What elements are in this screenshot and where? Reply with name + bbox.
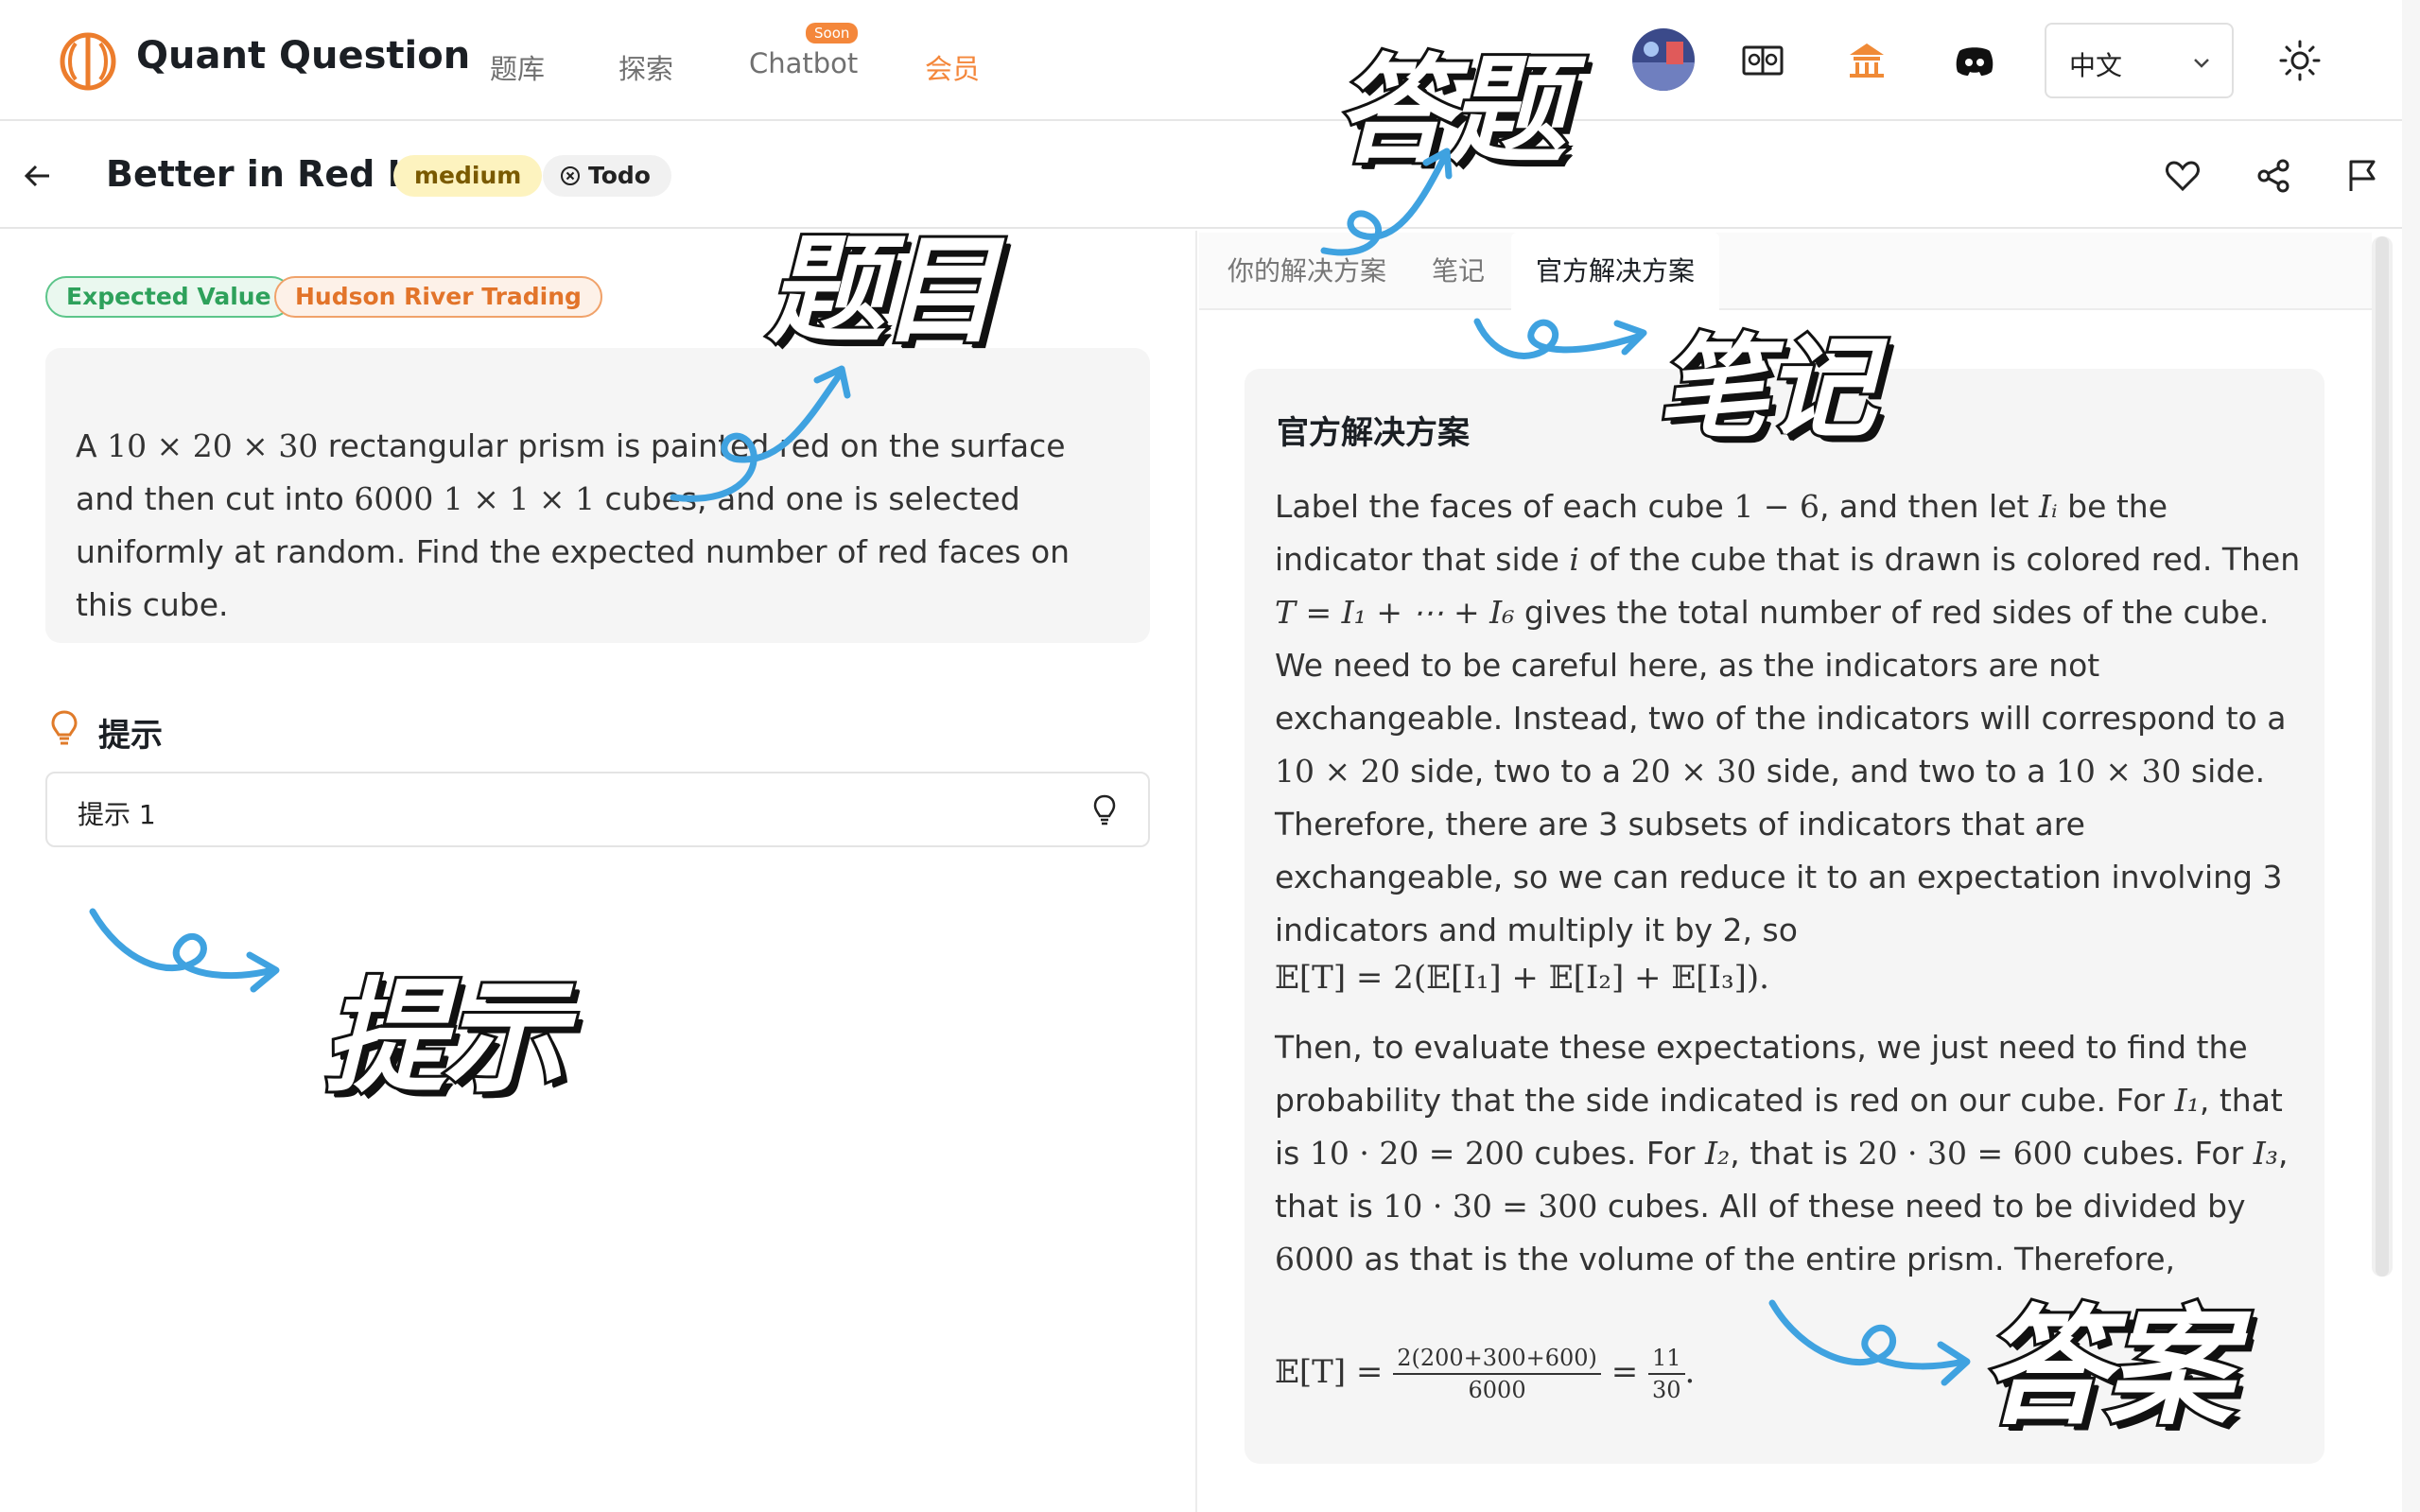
annotation-answer: 答案	[1977, 1291, 2237, 1446]
status-badge[interactable]: Todo	[543, 155, 671, 197]
soon-badge: Soon	[806, 23, 859, 43]
book-icon[interactable]	[1740, 38, 1785, 83]
sun-icon[interactable]	[2277, 38, 2323, 83]
annotation-notes: 笔记	[1654, 320, 1879, 456]
chevron-down-icon	[2194, 59, 2209, 68]
annotation-hint: 提示	[321, 963, 568, 1112]
flag-icon[interactable]	[2343, 157, 2381, 195]
top-nav: Quant Question 题库 探索 Chatbot Soon 会员 中文	[0, 0, 2402, 121]
brand-name[interactable]: Quant Question	[136, 34, 470, 78]
share-icon[interactable]	[2255, 157, 2292, 195]
annotation-arrow-icon	[670, 365, 851, 502]
hint-item[interactable]: 提示 1	[45, 772, 1150, 847]
hints-heading-label: 提示	[98, 717, 163, 755]
language-label: 中文	[2069, 50, 2123, 81]
annotation-question: 题目	[765, 220, 1001, 362]
nav-explore[interactable]: 探索	[618, 47, 673, 87]
back-arrow-icon[interactable]	[21, 159, 55, 193]
heart-icon[interactable]	[2164, 157, 2202, 195]
annotation-arrow-icon	[89, 908, 280, 993]
brain-logo-icon[interactable]	[59, 32, 117, 91]
solution-scrollbar[interactable]	[2372, 236, 2393, 1277]
annotation-arrow-icon	[1320, 148, 1453, 256]
annotation-arrow-icon	[1768, 1299, 1971, 1386]
language-select[interactable]: 中文	[2045, 23, 2234, 98]
lightbulb-icon	[1093, 794, 1116, 826]
discord-icon[interactable]	[1952, 38, 1997, 83]
nav-chatbot[interactable]: Chatbot	[749, 47, 858, 79]
tag-hudson-river-trading[interactable]: Hudson River Trading	[274, 276, 602, 318]
scrollbar-thumb[interactable]	[2376, 236, 2389, 1277]
equation-expectation: 𝔼[T] = 2(𝔼[I₁] + 𝔼[I₂] + 𝔼[I₃]).	[1275, 959, 1769, 997]
tag-expected-value[interactable]: Expected Value	[45, 276, 292, 318]
page-scrollbar[interactable]	[2402, 0, 2420, 1512]
lightbulb-icon	[51, 710, 78, 745]
difficulty-badge: medium	[393, 155, 543, 197]
panel-divider[interactable]	[1195, 231, 1197, 1512]
equation-final-answer: 𝔼[T] = 2(200+300+600) 6000 = 11 30.	[1275, 1345, 1696, 1403]
avatar[interactable]	[1632, 28, 1695, 91]
solution-title: 官方解决方案	[1277, 414, 1470, 452]
solution-paragraph-1: Label the faces of each cube 1 − 6, and …	[1275, 488, 2301, 948]
temple-icon[interactable]	[1844, 38, 1889, 83]
nav-membership[interactable]: 会员	[925, 47, 980, 87]
question-header: Better in Red II medium Todo	[0, 123, 2402, 229]
question-text: A 10 × 20 × 30 rectangular prism is pain…	[76, 427, 1071, 623]
hint-item-label: 提示 1	[78, 799, 156, 830]
question-title: Better in Red II	[106, 153, 414, 195]
nav-question-bank[interactable]: 题库	[490, 47, 545, 87]
annotation-arrow-icon	[1473, 318, 1647, 359]
question-card: A 10 × 20 × 30 rectangular prism is pain…	[45, 348, 1150, 643]
solution-paragraph-2: Then, to evaluate these expectations, we…	[1275, 1029, 2289, 1277]
status-label: Todo	[588, 162, 651, 189]
circle-x-icon	[561, 166, 580, 185]
